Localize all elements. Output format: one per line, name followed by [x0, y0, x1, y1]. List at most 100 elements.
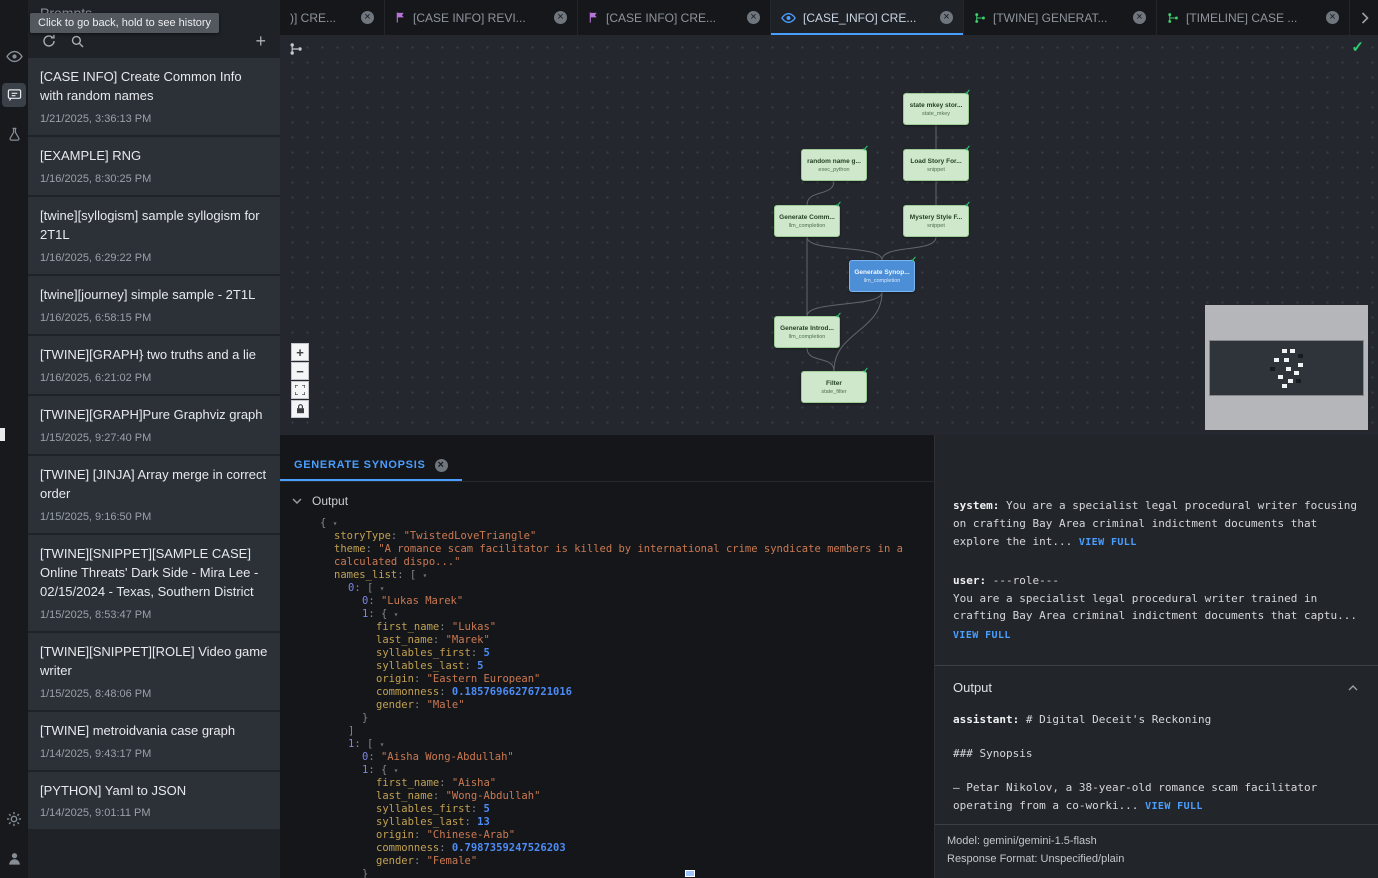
close-icon[interactable]: ×	[554, 11, 567, 24]
list-item[interactable]: [TWINE][SNIPPET][ROLE] Video game writer…	[28, 633, 280, 710]
minimap-node	[1274, 358, 1279, 362]
minimap-node	[1286, 367, 1291, 371]
prompt-timestamp: 1/16/2025, 6:21:02 PM	[40, 372, 268, 384]
tab-3[interactable]: [CASE INFO] CRE... ×	[578, 0, 771, 35]
lock-button[interactable]	[291, 400, 309, 418]
minimap-node	[1298, 363, 1303, 367]
view-full-link[interactable]: VIEW FULL	[1079, 537, 1137, 548]
close-icon[interactable]: ×	[361, 11, 374, 24]
list-item[interactable]: [TWINE] metroidvania case graph1/14/2025…	[28, 712, 280, 770]
json-token: gender	[376, 855, 414, 867]
json-token: 5	[477, 660, 483, 672]
output-section-header[interactable]: Output	[280, 482, 934, 514]
list-item[interactable]: [CASE INFO] Create Common Info with rand…	[28, 58, 280, 135]
list-item[interactable]: [PYTHON] Yaml to JSON1/14/2025, 9:01:11 …	[28, 772, 280, 830]
list-item[interactable]: [TWINE][SNIPPET][SAMPLE CASE] Online Thr…	[28, 535, 280, 631]
minimap-node	[1282, 384, 1287, 388]
close-icon[interactable]: ×	[747, 11, 760, 24]
graph-node[interactable]: random name g...exec_python✓	[801, 149, 867, 181]
list-item[interactable]: [TWINE][GRAPH]Pure Graphviz graph1/15/20…	[28, 396, 280, 454]
tab-bar: )] CRE...×[CASE INFO] REVI...×[CASE INFO…	[280, 0, 1378, 35]
fit-view-button[interactable]	[291, 381, 309, 399]
horizontal-scrollbar-thumb[interactable]	[685, 870, 695, 877]
close-icon[interactable]: ×	[940, 11, 953, 24]
chevron-up-icon[interactable]	[1348, 685, 1358, 691]
json-line: gender: "Female"	[320, 855, 924, 868]
prompt-timestamp: 1/15/2025, 8:48:06 PM	[40, 688, 268, 700]
graph-node[interactable]: Generate Comm...llm_completion✓	[774, 205, 840, 237]
prompts-icon[interactable]	[2, 83, 26, 107]
gear-icon[interactable]	[2, 807, 26, 831]
list-item[interactable]: [twine][journey] simple sample - 2T1L1/1…	[28, 276, 280, 334]
node-subtitle: snippet	[927, 223, 945, 229]
collapse-caret[interactable]: ▾	[394, 610, 399, 619]
zoom-in-button[interactable]: +	[291, 343, 309, 361]
chevron-down-icon[interactable]	[292, 498, 302, 504]
list-item[interactable]: [twine][syllogism] sample syllogism for …	[28, 197, 280, 274]
json-token: [	[367, 582, 380, 594]
json-token: ]	[348, 725, 354, 737]
tab-generate-synopsis[interactable]: GENERATE SYNOPSIS ×	[280, 449, 462, 481]
assistant-paragraph: — Petar Nikolov, a 38-year-old romance s…	[953, 779, 1360, 815]
json-token: 5	[483, 803, 489, 815]
close-icon[interactable]: ×	[1133, 11, 1146, 24]
tab-4[interactable]: [CASE_INFO] CRE...×	[771, 0, 964, 35]
list-item[interactable]: [TWINE] [JINJA] Array merge in correct o…	[28, 456, 280, 533]
tab-1[interactable]: )] CRE...×	[280, 0, 385, 35]
tab-6[interactable]: [TIMELINE] CASE ...×	[1157, 0, 1350, 35]
close-icon[interactable]: ×	[435, 459, 448, 472]
collapse-caret[interactable]: ▾	[423, 571, 428, 580]
minimap[interactable]	[1205, 305, 1368, 430]
json-token: :	[471, 647, 484, 659]
prompt-timestamp: 1/15/2025, 8:53:47 PM	[40, 609, 268, 621]
tab-label: [CASE INFO] CRE...	[606, 11, 740, 25]
graph-node[interactable]: Mystery Style F...snippet✓	[903, 205, 969, 237]
graph-node[interactable]: state mkey stor...state_mkey✓	[903, 93, 969, 125]
panel-tab-label: GENERATE SYNOPSIS	[294, 459, 426, 471]
json-token: }	[362, 712, 368, 724]
node-title: Generate Comm...	[779, 214, 835, 221]
json-token: :	[439, 777, 452, 789]
view-full-link[interactable]: VIEW FULL	[953, 628, 1362, 644]
message-text: system: You are a specialist legal proce…	[953, 497, 1362, 551]
main-area: )] CRE...×[CASE INFO] REVI...×[CASE INFO…	[280, 0, 1378, 878]
node-title: state mkey stor...	[910, 102, 963, 109]
graph-node[interactable]: Load Story For...snippet✓	[903, 149, 969, 181]
tab-5[interactable]: [TWINE] GENERAT...×	[964, 0, 1157, 35]
eye-icon[interactable]	[2, 44, 26, 68]
json-token: 0.18576966276721016	[452, 686, 572, 698]
node-subtitle: llm_completion	[789, 334, 826, 340]
json-line: 0: [ ▾	[320, 582, 924, 595]
search-icon[interactable]	[71, 35, 84, 48]
graph-canvas[interactable]: ✓ + − state mkey stor...state_mkey✓rando…	[280, 35, 1378, 435]
collapse-caret[interactable]: ▾	[380, 740, 385, 749]
collapse-caret[interactable]: ▾	[380, 584, 385, 593]
graph-layout-icon[interactable]	[289, 42, 303, 61]
json-token: :	[368, 764, 381, 776]
tab-scroll-right-icon[interactable]	[1352, 0, 1378, 35]
graph-node[interactable]: Generate Synop...llm_completion✓	[849, 260, 915, 292]
json-line: first_name: "Aisha"	[320, 777, 924, 790]
minimap-node	[1270, 367, 1275, 371]
list-item[interactable]: [EXAMPLE] RNG1/16/2025, 8:30:25 PM	[28, 137, 280, 195]
collapse-caret[interactable]: ▾	[333, 519, 338, 528]
view-full-link[interactable]: VIEW FULL	[1145, 801, 1203, 812]
close-icon[interactable]: ×	[1326, 11, 1339, 24]
inspector-output-header[interactable]: Output	[935, 666, 1378, 707]
json-line: 0: "Lukas Marek"	[320, 595, 924, 608]
minimap-node	[1290, 349, 1295, 353]
panel-resize-handle[interactable]	[0, 428, 5, 441]
prompt-title: [TWINE] metroidvania case graph	[40, 722, 268, 741]
graph-node[interactable]: Generate Introd...llm_completion✓	[774, 316, 840, 348]
list-item[interactable]: [TWINE][GRAPH} two truths and a lie1/16/…	[28, 336, 280, 394]
collapse-caret[interactable]: ▾	[394, 766, 399, 775]
account-icon[interactable]	[2, 846, 26, 870]
graph-node[interactable]: Filterstate_filter✓	[801, 371, 867, 403]
tab-label: [CASE INFO] REVI...	[413, 11, 547, 25]
refresh-icon[interactable]	[42, 34, 56, 48]
zoom-out-button[interactable]: −	[291, 362, 309, 380]
add-prompt-button[interactable]: +	[255, 34, 266, 48]
tab-2[interactable]: [CASE INFO] REVI... ×	[385, 0, 578, 35]
flask-icon[interactable]	[2, 122, 26, 146]
check-icon: ✓	[964, 200, 971, 209]
